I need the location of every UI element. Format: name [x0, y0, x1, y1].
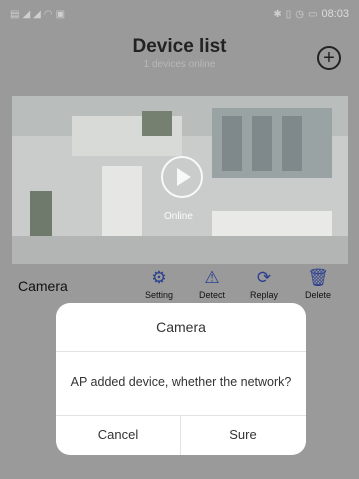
delete-button[interactable]: 🗑 Delete: [296, 268, 340, 300]
wifi-icon: ◠: [43, 8, 53, 20]
status-bar: ▤ ◢ ◢ ◠ ▣ ✱ ▯ ◷ ▭ 08:03: [0, 0, 359, 28]
confirm-dialog: Camera AP added device, whether the netw…: [56, 303, 306, 455]
header: Device list 1 devices online: [0, 36, 359, 70]
detect-label: Detect: [198, 290, 225, 300]
trash-icon: 🗑: [307, 268, 329, 287]
vibrate-icon: ▯: [285, 8, 292, 20]
bluetooth-icon: ✱: [273, 8, 282, 20]
delete-label: Delete: [304, 290, 331, 300]
online-status: Online: [164, 211, 193, 222]
camera-name: Camera: [18, 278, 68, 294]
replay-label: Replay: [249, 290, 278, 300]
play-icon: [177, 168, 191, 186]
setting-label: Setting: [144, 290, 174, 300]
status-left: ▤ ◢ ◢ ◠ ▣: [10, 9, 65, 20]
page-title: Device list: [132, 36, 227, 57]
alarm-icon: ◷: [295, 8, 305, 20]
gear-icon: ⚙: [151, 268, 167, 287]
signal-icon: ◢: [33, 8, 41, 20]
battery-icon: ▭: [308, 8, 318, 20]
setting-button[interactable]: ⚙ Setting: [137, 268, 181, 300]
play-button[interactable]: [161, 156, 203, 198]
devices-online-count: 1 devices online: [143, 59, 216, 70]
replay-icon: ⟳: [256, 268, 272, 287]
sim-icon: ▤: [10, 8, 20, 20]
clock: 08:03: [321, 8, 349, 20]
signal-icon: ◢: [22, 8, 31, 20]
divider: [56, 351, 306, 352]
replay-button[interactable]: ⟳ Replay: [242, 268, 286, 300]
camera-preview[interactable]: Online: [12, 96, 348, 264]
add-device-button[interactable]: +: [317, 46, 341, 70]
dialog-message: AP added device, whether the network?: [70, 375, 292, 389]
plus-icon: +: [323, 47, 335, 69]
camera-action-bar: Camera ⚙ Setting ⚠ Detect ⟳ Replay 🗑 Del…: [12, 266, 348, 302]
warning-triangle-icon: ⚠: [204, 268, 220, 287]
cancel-button[interactable]: Cancel: [56, 415, 180, 455]
notification-icon: ▣: [55, 8, 66, 20]
status-right: ✱ ▯ ◷ ▭ 08:03: [273, 8, 349, 20]
dialog-title: Camera: [156, 319, 206, 335]
sure-button[interactable]: Sure: [181, 415, 305, 455]
detect-button[interactable]: ⚠ Detect: [190, 268, 234, 300]
